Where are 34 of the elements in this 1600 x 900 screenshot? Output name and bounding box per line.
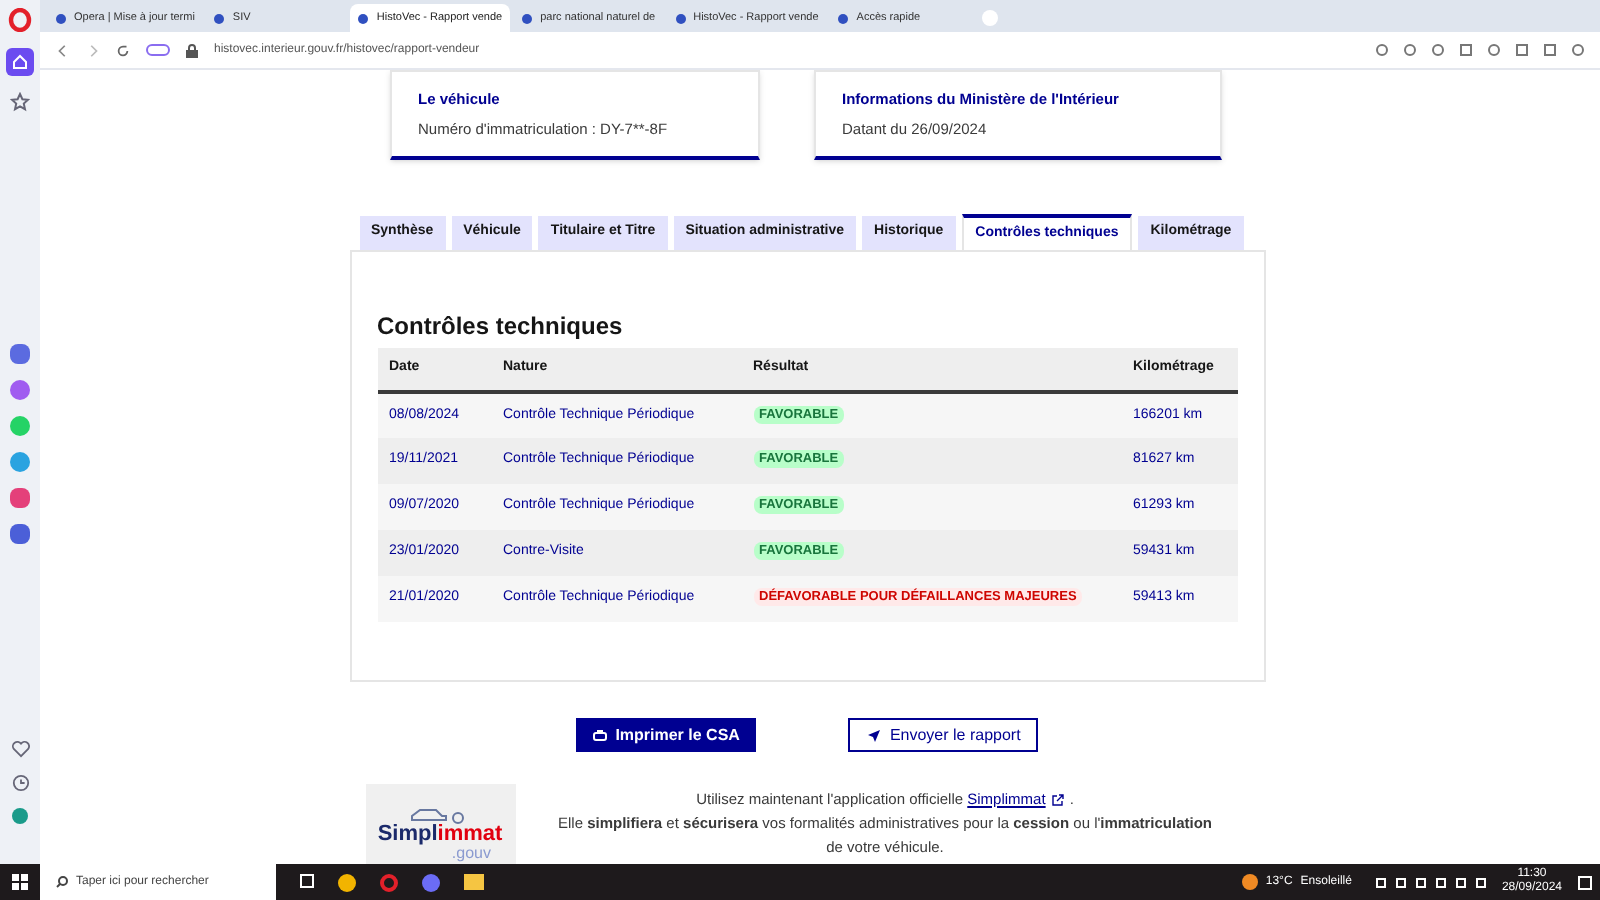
- app-icon[interactable]: [10, 524, 30, 544]
- search-icon: [56, 876, 68, 888]
- car-icon: [410, 806, 470, 824]
- tab-favicon-icon: [214, 13, 225, 23]
- browser-logo-icon[interactable]: [8, 8, 32, 32]
- tab-favicon-icon: [56, 13, 66, 23]
- simplimmat-logo: Simplimmat .gouv: [365, 784, 515, 864]
- send-icon: [865, 727, 882, 743]
- windows-start-icon[interactable]: [12, 874, 28, 890]
- send-button[interactable]: Envoyer le rapport: [847, 718, 1039, 752]
- printer-icon: [591, 727, 608, 743]
- task-view-icon[interactable]: [300, 873, 314, 887]
- app-icon[interactable]: [422, 873, 440, 891]
- tab-favicon-icon: [838, 13, 849, 23]
- print-button[interactable]: Imprimer le CSA: [575, 718, 756, 752]
- tab-favicon-icon: [522, 13, 533, 23]
- browser-icon[interactable]: [380, 873, 398, 891]
- tab-favicon-icon: [675, 13, 686, 23]
- section-title: Contrôles techniques: [377, 310, 625, 344]
- back-icon[interactable]: [56, 43, 70, 57]
- tab-favicon-icon: [358, 13, 369, 23]
- star-icon[interactable]: [10, 92, 30, 112]
- external-link-icon: [1051, 794, 1064, 807]
- system-tray-icons-drawing: [1375, 877, 1486, 887]
- lock-icon: [186, 43, 198, 57]
- heart-icon[interactable]: [11, 740, 29, 758]
- home-icon[interactable]: [6, 48, 34, 76]
- vpn-badge-icon[interactable]: [146, 44, 170, 56]
- clock-icon[interactable]: [11, 774, 29, 792]
- reload-icon[interactable]: [116, 43, 130, 57]
- app-icon[interactable]: [10, 344, 30, 364]
- folder-icon[interactable]: [464, 873, 484, 889]
- notification-icon[interactable]: [1578, 875, 1592, 889]
- sun-icon: [1241, 874, 1258, 890]
